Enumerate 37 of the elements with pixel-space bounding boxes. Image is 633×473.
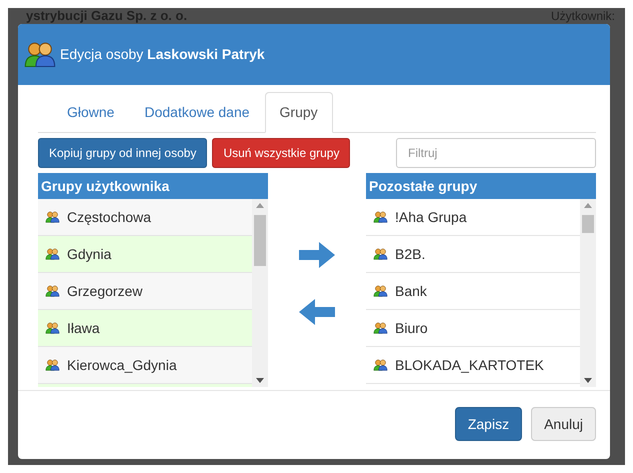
scrollbar[interactable] bbox=[580, 199, 596, 387]
scroll-down-icon[interactable] bbox=[584, 378, 592, 383]
tab[interactable]: Dodatkowe dane bbox=[129, 92, 265, 133]
tab[interactable]: Grupy bbox=[264, 92, 333, 133]
people-icon bbox=[45, 322, 60, 334]
people-icon bbox=[373, 322, 388, 334]
people-icon bbox=[45, 359, 60, 371]
left-arrow-icon[interactable] bbox=[299, 299, 335, 325]
dialog-title: Edycja osoby Laskowski Patryk bbox=[60, 45, 265, 64]
people-icon bbox=[24, 41, 56, 68]
list-header: Grupy użytkownika bbox=[38, 173, 268, 199]
scroll-up-icon[interactable] bbox=[256, 203, 264, 208]
people-icon bbox=[373, 248, 388, 260]
people-icon bbox=[45, 285, 60, 297]
scroll-thumb[interactable] bbox=[254, 215, 266, 266]
group-row[interactable]: Kierowca_Gdynia bbox=[38, 347, 252, 384]
copy-groups-button[interactable]: Kopiuj grupy od innej osoby bbox=[38, 138, 208, 168]
tab[interactable]: Głowne bbox=[52, 92, 130, 133]
save-button[interactable]: Zapisz bbox=[454, 407, 522, 441]
people-icon bbox=[373, 285, 388, 297]
cancel-button[interactable]: Anuluj bbox=[531, 407, 596, 441]
group-row[interactable]: Gdynia bbox=[38, 236, 252, 273]
group-row[interactable]: Iława bbox=[38, 310, 252, 347]
remove-all-button[interactable]: Usuń wszystkie grupy bbox=[212, 138, 350, 168]
people-icon bbox=[45, 248, 60, 260]
group-row[interactable]: Grzegorzew bbox=[38, 273, 252, 310]
people-icon bbox=[45, 211, 60, 223]
scroll-thumb[interactable] bbox=[582, 215, 594, 233]
scroll-down-icon[interactable] bbox=[256, 378, 264, 383]
people-icon bbox=[373, 211, 388, 223]
list-header: Pozostałe grupy bbox=[366, 173, 596, 199]
group-row[interactable]: Częstochowa bbox=[38, 199, 252, 236]
right-arrow-icon[interactable] bbox=[299, 242, 335, 268]
filter-field[interactable]: Filtruj bbox=[396, 138, 596, 168]
scroll-up-icon[interactable] bbox=[584, 203, 592, 208]
scrollbar[interactable] bbox=[252, 199, 268, 387]
people-icon bbox=[373, 359, 388, 371]
